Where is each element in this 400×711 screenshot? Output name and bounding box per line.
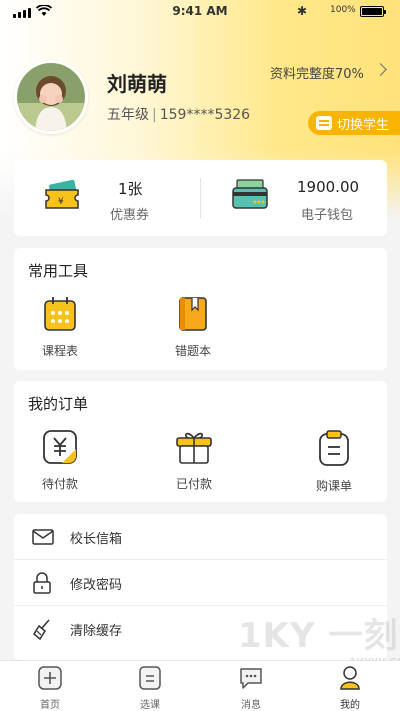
broom-icon: [33, 619, 50, 640]
wallet-card: ¥ 1张 优惠券 1900.00 电子钱包: [14, 160, 387, 236]
notebook-icon: [179, 297, 207, 331]
tab-bar: 首页 选课 消息 我的: [0, 660, 400, 711]
home-icon: [38, 666, 62, 690]
tool-schedule[interactable]: 课程表: [31, 296, 89, 359]
order-paid[interactable]: 已付款: [166, 429, 222, 492]
battery-percent: 100%: [330, 5, 356, 15]
course-icon: [139, 666, 161, 690]
common-tools-title: 常用工具: [28, 262, 89, 280]
tab-messages-label: 消息: [241, 700, 261, 711]
tab-home[interactable]: 首页: [20, 665, 80, 711]
menu-item-principal-mailbox[interactable]: 校长信箱: [14, 514, 387, 560]
tab-course-label: 选课: [140, 700, 160, 711]
status-bar: 9:41 AM ✱ 100%: [0, 0, 400, 24]
menu-item-change-password[interactable]: 修改密码: [14, 560, 387, 606]
tab-mine[interactable]: 我的: [320, 665, 380, 711]
menu-item-label: 校长信箱: [70, 531, 123, 547]
user-info: 五年级 | 159****5326: [107, 104, 250, 124]
tab-messages[interactable]: 消息: [221, 665, 281, 711]
tool-schedule-label: 课程表: [41, 344, 78, 358]
avatar[interactable]: [14, 60, 88, 134]
message-icon: [240, 668, 262, 689]
common-tools-card: 常用工具 课程表 错题本: [14, 248, 387, 370]
switch-icon: [316, 116, 332, 130]
e-wallet-icon: [232, 179, 268, 209]
coupon-label: 优惠券: [110, 208, 150, 223]
tool-mistake-book-label: 错题本: [174, 344, 211, 358]
order-course-list-label: 购课单: [315, 479, 352, 493]
tab-course-selection[interactable]: 选课: [120, 665, 180, 711]
my-orders-card: 我的订单 待付款 已付款 购课单: [14, 381, 387, 502]
gift-icon: [176, 432, 212, 464]
e-wallet-item[interactable]: 1900.00 电子钱包: [201, 160, 387, 236]
battery-icon: [360, 6, 386, 17]
order-paid-label: 已付款: [175, 477, 212, 491]
yuan-icon: [43, 430, 77, 464]
order-course-list[interactable]: 购课单: [306, 429, 362, 494]
order-pending-payment[interactable]: 待付款: [32, 429, 88, 492]
watermark-text: 一刻游戏网: [328, 616, 400, 656]
bluetooth-icon: ✱: [297, 4, 308, 18]
info-separator: |: [152, 107, 157, 123]
tab-home-label: 首页: [40, 700, 60, 711]
svg-text:¥: ¥: [58, 197, 64, 207]
tab-mine-label: 我的: [340, 700, 360, 711]
coupon-item[interactable]: ¥ 1张 优惠券: [14, 160, 200, 236]
profile-icon: [340, 666, 360, 690]
tool-mistake-book[interactable]: 错题本: [164, 296, 222, 359]
switch-student-label: 切换学生: [337, 117, 390, 133]
menu-item-label: 修改密码: [70, 577, 123, 593]
user-phone: 159****5326: [159, 107, 251, 123]
clipboard-icon: [319, 430, 349, 466]
user-name: 刘萌萌: [107, 72, 167, 96]
user-grade: 五年级: [107, 107, 149, 123]
e-wallet-balance: 1900.00: [297, 178, 360, 196]
watermark-logo: 1KY: [238, 616, 316, 656]
my-orders-title: 我的订单: [28, 395, 89, 413]
avatar-photo: [17, 63, 85, 131]
e-wallet-label: 电子钱包: [301, 208, 354, 223]
switch-student-button[interactable]: 切换学生: [308, 111, 400, 135]
coupon-icon: ¥: [45, 180, 79, 209]
lock-icon: [33, 572, 51, 594]
mail-icon: [32, 529, 54, 545]
order-pending-label: 待付款: [41, 477, 78, 491]
menu-item-label: 清除缓存: [70, 623, 123, 639]
calendar-icon: [44, 297, 76, 331]
coupon-count: 1张: [118, 180, 143, 198]
profile-completeness-link[interactable]: 资料完整度70%: [270, 63, 364, 82]
watermark: 1KY 一刻游戏网: [238, 608, 400, 657]
